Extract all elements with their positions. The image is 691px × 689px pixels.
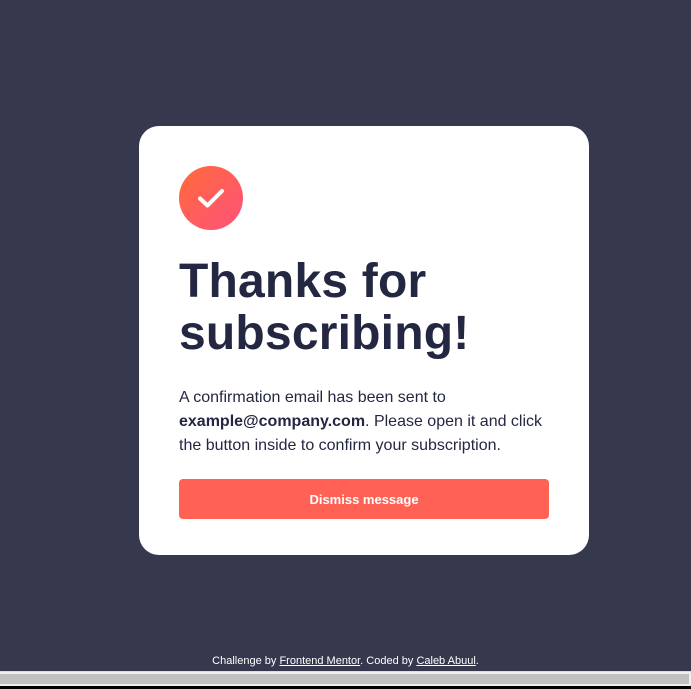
- attribution: Challenge by Frontend Mentor. Coded by C…: [0, 655, 691, 667]
- dismiss-button[interactable]: Dismiss message: [179, 479, 549, 519]
- horizontal-scrollbar[interactable]: [0, 671, 691, 686]
- author-link[interactable]: Caleb Abuul: [416, 655, 475, 667]
- attribution-suffix: .: [475, 655, 479, 667]
- attribution-prefix: Challenge by: [212, 655, 280, 667]
- message-intro: A confirmation email has been sent to: [179, 389, 446, 406]
- email-address: example@company.com: [179, 413, 366, 430]
- page-title: Thanks for subscribing!: [179, 256, 549, 360]
- title-line-1: Thanks for: [179, 255, 427, 308]
- attribution-middle: . Coded by: [360, 655, 417, 667]
- confirmation-message: A confirmation email has been sent to ex…: [179, 386, 549, 458]
- success-badge: [179, 166, 243, 230]
- title-line-2: subscribing!: [179, 307, 470, 360]
- success-card: Thanks for subscribing! A confirmation e…: [139, 126, 589, 555]
- scrollbar-thumb[interactable]: [0, 674, 689, 684]
- checkmark-icon: [198, 189, 224, 208]
- frontend-mentor-link[interactable]: Frontend Mentor: [279, 655, 360, 667]
